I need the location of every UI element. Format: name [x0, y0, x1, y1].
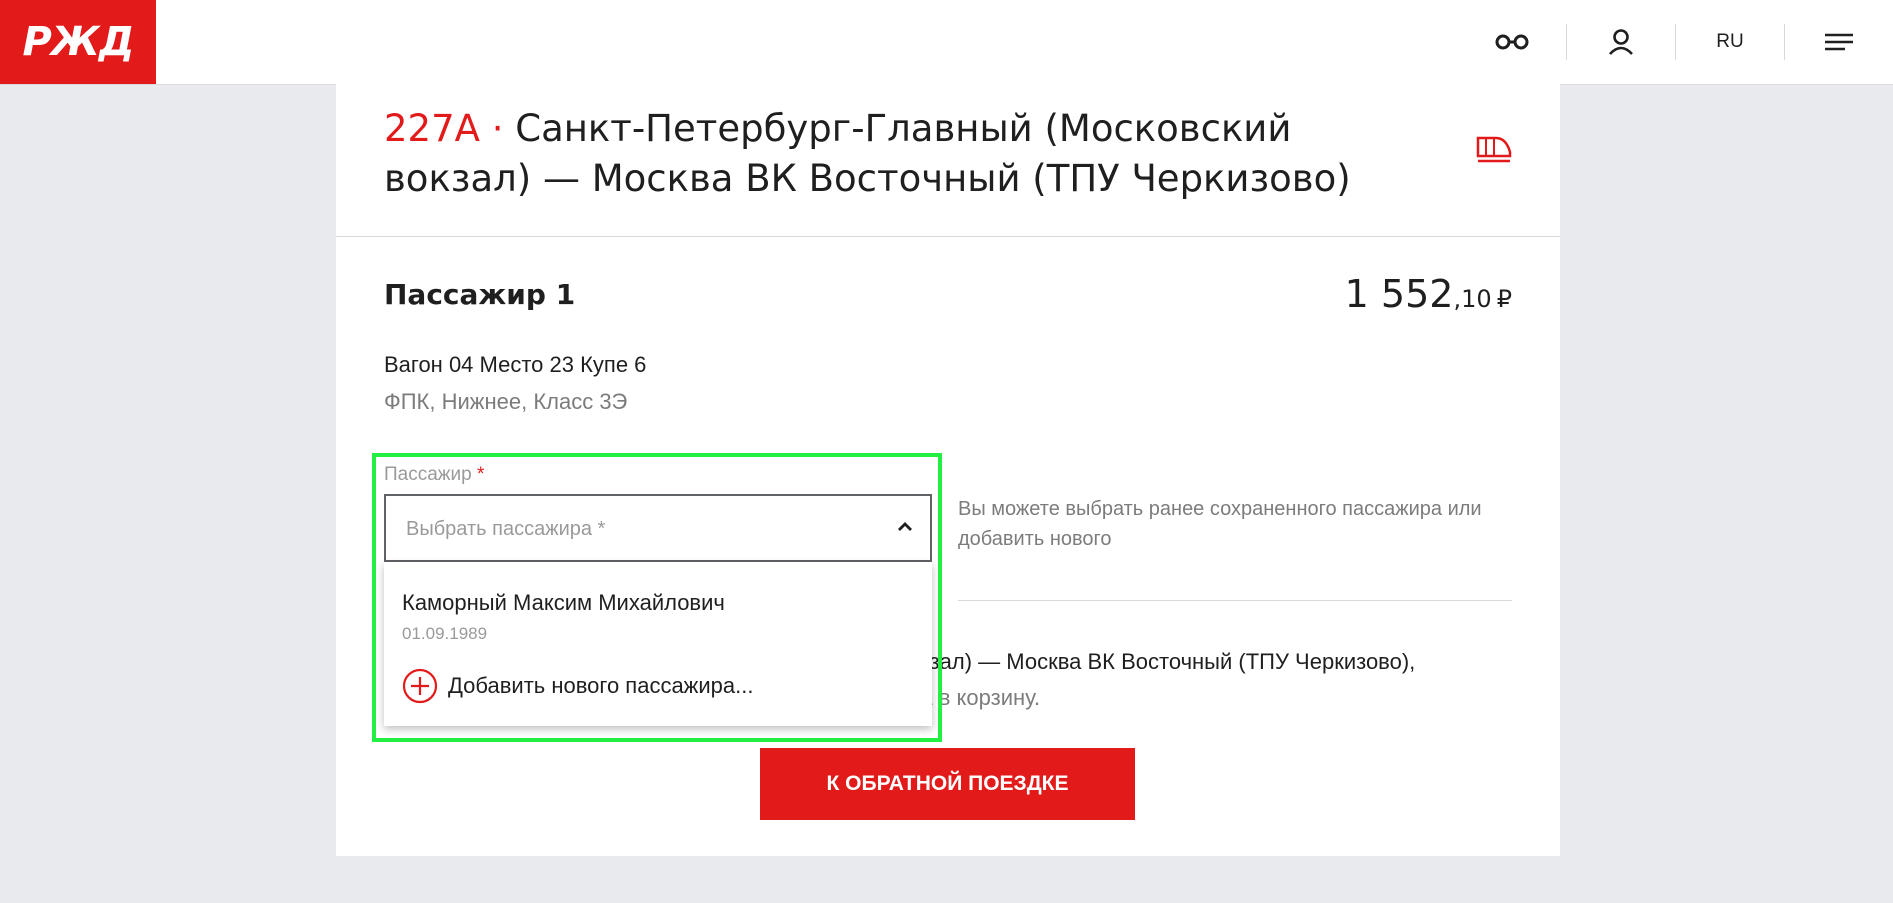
profile-button[interactable]	[1567, 0, 1675, 84]
train-icon	[1476, 134, 1512, 169]
select-placeholder: Выбрать пассажира *	[406, 518, 606, 540]
train-number: 227А	[384, 107, 480, 150]
accessibility-button[interactable]	[1458, 0, 1566, 84]
car-info: ФПК, Нижнее, Класс 3Э	[384, 389, 628, 414]
section-divider	[336, 236, 1560, 237]
saved-passenger-option[interactable]: Каморный Максим Михайлович	[402, 590, 725, 616]
chevron-up-icon[interactable]	[896, 518, 914, 541]
field-label-text: Пассажир	[384, 464, 472, 485]
top-bar: РЖД RU	[0, 0, 1893, 85]
seat-info: Вагон 04 Место 23 Купе 6	[384, 352, 647, 377]
passenger-dropdown: Каморный Максим Михайлович 01.09.1989 До…	[384, 562, 932, 726]
ticket-price: 1 552,10 ₽	[1345, 272, 1512, 316]
language-label: RU	[1716, 31, 1744, 52]
notice-line-1: вокзал) — Москва ВК Восточный (ТПУ Черки…	[896, 649, 1416, 674]
passenger-select[interactable]: Выбрать пассажира *	[384, 494, 932, 562]
plus-circle-icon	[402, 668, 438, 704]
hamburger-menu-icon	[1825, 33, 1853, 51]
booking-card: 227А · Санкт-Петербург-Главный (Московск…	[336, 84, 1560, 856]
hint-divider	[958, 600, 1512, 601]
notice-line-2: ена в корзину.	[896, 685, 1041, 710]
train-separator: ·	[491, 107, 504, 150]
required-mark: *	[476, 464, 485, 485]
logo-text: РЖД	[22, 19, 135, 65]
notice-text: вокзал) — Москва ВК Восточный (ТПУ Черки…	[896, 644, 1415, 716]
saved-passenger-birthdate: 01.09.1989	[402, 624, 488, 643]
menu-button[interactable]	[1785, 0, 1893, 84]
return-trip-button[interactable]: К ОБРАТНОЙ ПОЕЗДКЕ	[760, 748, 1135, 820]
train-route: Санкт-Петербург-Главный (Московский вокз…	[384, 107, 1351, 200]
header-nav: RU	[1458, 0, 1893, 84]
user-icon	[1609, 29, 1633, 55]
price-cents: ,10	[1453, 285, 1492, 313]
glasses-icon	[1495, 34, 1529, 50]
language-button[interactable]: RU	[1676, 0, 1784, 84]
price-main: 1 552	[1344, 272, 1454, 316]
train-title: 227А · Санкт-Петербург-Главный (Московск…	[384, 104, 1384, 204]
currency-symbol: ₽	[1496, 285, 1512, 313]
add-passenger-label: Добавить нового пассажира...	[448, 673, 754, 698]
add-passenger-option[interactable]: Добавить нового пассажира...	[402, 666, 754, 706]
passenger-hint: Вы можете выбрать ранее сохраненного пас…	[958, 498, 1482, 550]
passenger-title: Пассажир 1	[384, 278, 576, 311]
rzd-logo[interactable]: РЖД	[0, 0, 156, 84]
passenger-field-label: Пассажир *	[384, 464, 484, 486]
